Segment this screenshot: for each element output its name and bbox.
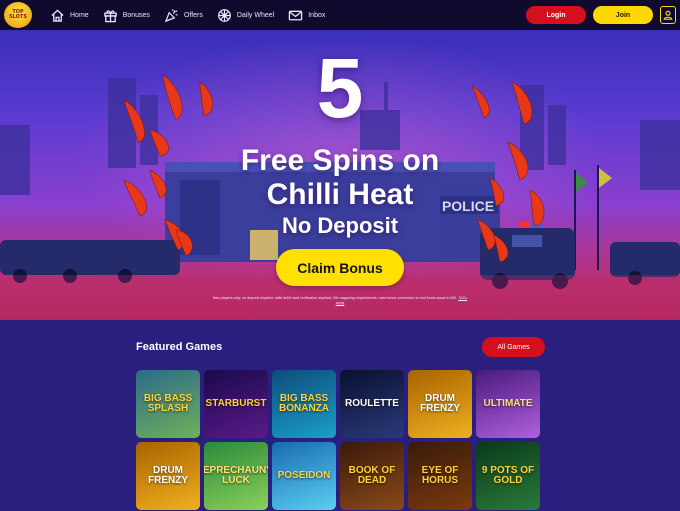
site-logo[interactable]: TOP SLOTS: [4, 2, 32, 28]
game-tile[interactable]: LEPRECHAUN'S LUCK: [204, 442, 268, 510]
terms-disclaimer: New players only, no deposit required, v…: [210, 296, 470, 306]
game-tile[interactable]: BOOK OF DEAD: [340, 442, 404, 510]
game-tile[interactable]: EYE OF HORUS: [408, 442, 472, 510]
home-icon: [51, 8, 64, 22]
game-tile[interactable]: BIG BASS BONANZA: [272, 370, 336, 438]
game-tile[interactable]: BIG BASS SPLASH: [136, 370, 200, 438]
game-title: EYE OF HORUS: [421, 465, 459, 486]
nav-offers-label: Offers: [183, 11, 203, 19]
game-title: STARBURST: [205, 398, 267, 409]
game-tile[interactable]: DRUM FRENZY: [408, 370, 472, 438]
user-icon: [663, 10, 673, 20]
nav-home[interactable]: Home: [44, 0, 95, 30]
wheel-icon: [217, 8, 231, 22]
login-button[interactable]: Login: [526, 6, 586, 24]
nav-daily-wheel[interactable]: Daily Wheel: [211, 0, 280, 30]
nav-bonuses[interactable]: Bonuses: [97, 0, 156, 30]
game-tile[interactable]: DRUM FRENZY: [136, 442, 200, 510]
game-title: 9 POTS OF GOLD: [481, 465, 535, 486]
hero-headline-line2: Chilli Heat: [266, 178, 414, 211]
game-title: LEPRECHAUN'S LUCK: [204, 465, 268, 486]
game-tile[interactable]: POSEIDON: [272, 442, 336, 510]
game-tile[interactable]: ULTIMATE: [476, 370, 540, 438]
game-title: BIG BASS BONANZA: [279, 393, 329, 414]
game-title: ROULETTE: [345, 398, 399, 409]
game-title: POSEIDON: [277, 470, 331, 481]
gift-icon: [103, 9, 117, 22]
game-tile[interactable]: 9 POTS OF GOLD: [476, 442, 540, 510]
hero-headline-line1: Free Spins on: [240, 144, 440, 177]
nav-home-label: Home: [70, 11, 89, 19]
hero-headline-line3: No Deposit: [281, 213, 399, 238]
featured-games-title: Featured Games: [136, 341, 223, 353]
claim-bonus-button[interactable]: Claim Bonus: [276, 249, 404, 286]
header-actions: Login Join: [526, 6, 676, 24]
game-title: BIG BASS SPLASH: [143, 393, 193, 414]
main-nav: Home Bonuses Offers Daily Wheel Inbox: [44, 0, 331, 30]
all-games-button[interactable]: All Games: [482, 337, 545, 357]
game-tile[interactable]: STARBURST: [204, 370, 268, 438]
logo-text: TOP SLOTS: [9, 9, 27, 20]
nav-inbox[interactable]: Inbox: [282, 0, 331, 30]
hero-banner: POLICE 5 Free Spins on Chilli Heat No De…: [0, 30, 680, 320]
game-title: BOOK OF DEAD: [348, 465, 396, 486]
join-button[interactable]: Join: [593, 6, 653, 24]
game-tile[interactable]: ROULETTE: [340, 370, 404, 438]
terms-text: New players only, no deposit required, v…: [212, 296, 458, 300]
hero-spins-number: 5: [316, 41, 364, 135]
game-title: DRUM FRENZY: [148, 465, 188, 486]
top-header: TOP SLOTS Home Bonuses Offers Daily Whee…: [0, 0, 680, 30]
profile-button[interactable]: [660, 6, 676, 24]
nav-bonuses-label: Bonuses: [122, 11, 150, 19]
nav-inbox-label: Inbox: [308, 11, 326, 19]
game-title: ULTIMATE: [483, 398, 533, 409]
nav-offers[interactable]: Offers: [158, 0, 209, 30]
nav-daily-wheel-label: Daily Wheel: [236, 11, 275, 19]
featured-games-grid: BIG BASS SPLASH STARBURST BIG BASS BONAN…: [136, 370, 540, 510]
envelope-icon: [288, 10, 303, 20]
game-title: DRUM FRENZY: [420, 393, 460, 414]
party-popper-icon: [164, 8, 178, 22]
